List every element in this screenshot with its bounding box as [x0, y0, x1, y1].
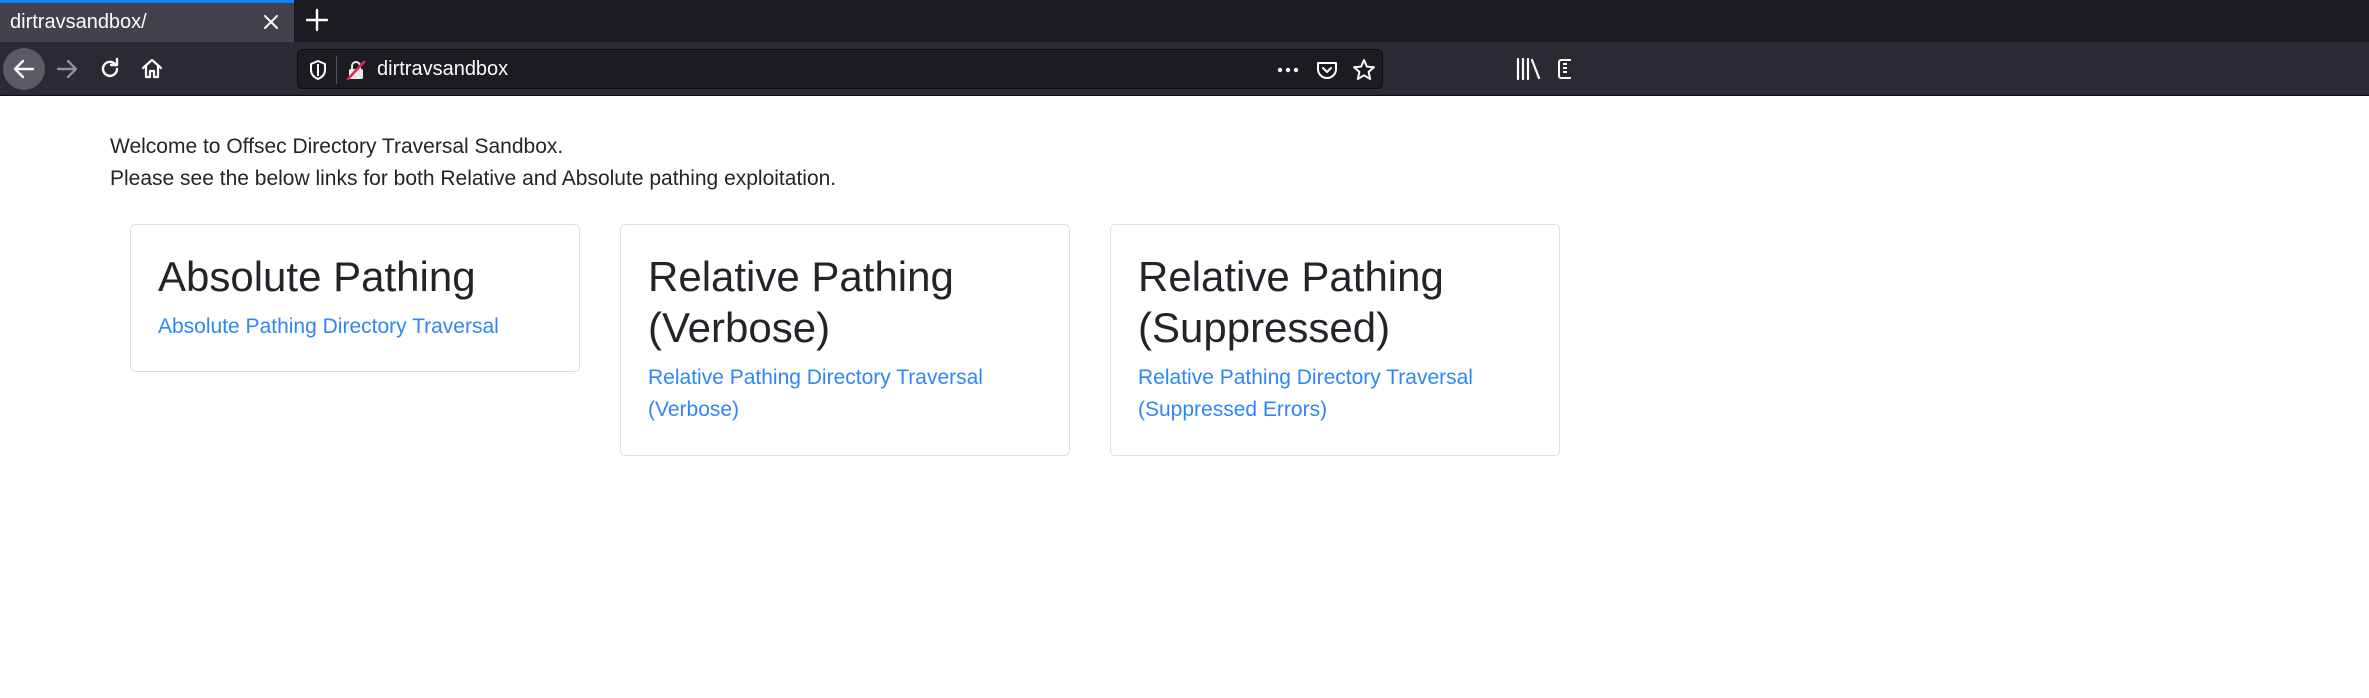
intro-text: Welcome to Offsec Directory Traversal Sa…: [110, 131, 836, 195]
navigation-toolbar: dirtravsandbox: [0, 42, 2369, 96]
pocket-icon[interactable]: [1315, 58, 1339, 82]
page-content: Welcome to Offsec Directory Traversal Sa…: [0, 97, 2369, 698]
card-title: Relative Pathing (Verbose): [648, 253, 954, 351]
arrow-left-icon: [13, 59, 35, 79]
tab-strip: dirtravsandbox/: [0, 0, 2369, 42]
shield-icon[interactable]: [308, 59, 328, 81]
insecure-lock-icon[interactable]: [345, 59, 367, 81]
ellipsis-icon[interactable]: [1275, 58, 1301, 82]
forward-button[interactable]: [46, 48, 88, 90]
absolute-pathing-link[interactable]: Absolute Pathing Directory Traversal: [158, 311, 553, 343]
reload-icon: [101, 57, 119, 78]
card-title: Relative Pathing (Suppressed): [1138, 253, 1444, 351]
plus-icon[interactable]: [304, 7, 330, 33]
arrow-right-icon: [56, 59, 78, 79]
reload-button[interactable]: [89, 48, 131, 90]
relative-pathing-suppressed-link[interactable]: Relative Pathing Directory Traversal (Su…: [1138, 362, 1533, 426]
address-bar[interactable]: dirtravsandbox: [297, 49, 1383, 89]
sidebar-icon[interactable]: [1557, 56, 1576, 82]
card-absolute-pathing: Absolute Pathing Absolute Pathing Direct…: [130, 224, 580, 372]
card-relative-pathing-suppressed: Relative Pathing (Suppressed) Relative P…: [1110, 224, 1560, 456]
urlbar-separator: [336, 56, 337, 84]
card-title: Absolute Pathing: [158, 253, 476, 300]
tab-title: dirtravsandbox/: [10, 11, 147, 33]
close-icon[interactable]: [260, 11, 282, 33]
card-relative-pathing-verbose: Relative Pathing (Verbose) Relative Path…: [620, 224, 1070, 456]
tab-active[interactable]: dirtravsandbox/: [0, 0, 294, 42]
home-icon: [141, 58, 163, 79]
relative-pathing-verbose-link[interactable]: Relative Pathing Directory Traversal (Ve…: [648, 362, 1043, 426]
intro-line-1: Welcome to Offsec Directory Traversal Sa…: [110, 135, 564, 158]
star-icon[interactable]: [1351, 57, 1377, 83]
library-icon[interactable]: [1514, 56, 1542, 82]
back-button[interactable]: [3, 48, 45, 90]
home-button[interactable]: [131, 48, 173, 90]
url-text[interactable]: dirtravsandbox: [377, 58, 508, 81]
intro-line-2: Please see the below links for both Rela…: [110, 167, 837, 190]
